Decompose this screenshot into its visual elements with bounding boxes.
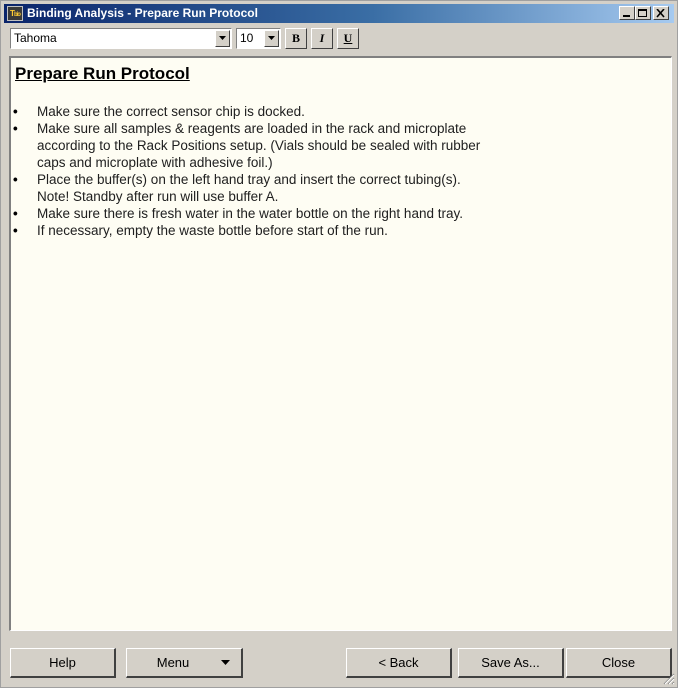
resize-grip-icon[interactable]	[663, 673, 675, 685]
bullet-icon: •	[13, 121, 18, 136]
maximize-button[interactable]	[635, 6, 651, 20]
bullet-icon: •	[13, 104, 18, 119]
list-item-line: Make sure all samples & reagents are loa…	[37, 121, 467, 136]
back-button[interactable]: < Back	[346, 648, 452, 678]
font-size-select[interactable]: 10	[236, 28, 281, 49]
close-button[interactable]: Close	[566, 648, 672, 678]
help-button[interactable]: Help	[10, 648, 116, 678]
list-item: • Place the buffer(s) on the left hand t…	[11, 171, 666, 205]
window-title: Binding Analysis - Prepare Run Protocol	[27, 6, 258, 20]
list-item: • Make sure there is fresh water in the …	[11, 205, 666, 222]
title-bar[interactable]: Tbio Binding Analysis - Prepare Run Prot…	[4, 4, 674, 23]
list-item: • If necessary, empty the waste bottle b…	[11, 222, 666, 239]
minimize-icon	[623, 15, 630, 17]
bullet-icon: •	[13, 223, 18, 238]
format-toolbar: Tahoma 10 B I U	[1, 23, 679, 55]
list-item-line: Make sure the correct sensor chip is doc…	[37, 104, 305, 119]
chevron-down-icon	[219, 36, 226, 40]
protocol-editor[interactable]: Prepare Run Protocol • Make sure the cor…	[9, 56, 672, 631]
font-size-dropdown-button[interactable]	[264, 30, 279, 47]
list-item-line: according to the Rack Positions setup. (…	[37, 138, 481, 153]
font-size-value: 10	[240, 31, 254, 45]
font-family-select[interactable]: Tahoma	[10, 28, 232, 49]
chevron-down-icon	[268, 36, 275, 40]
font-family-value: Tahoma	[14, 31, 57, 45]
italic-button[interactable]: I	[311, 28, 333, 49]
list-item-line: Note! Standby after run will use buffer …	[37, 189, 279, 204]
close-window-button[interactable]	[653, 6, 669, 20]
list-item-line: caps and microplate with adhesive foil.)	[37, 155, 273, 170]
list-item-line: Place the buffer(s) on the left hand tra…	[37, 172, 461, 187]
menu-button[interactable]: Menu	[126, 648, 243, 678]
bullet-icon: •	[13, 206, 18, 221]
protocol-list: • Make sure the correct sensor chip is d…	[11, 103, 666, 239]
list-item-line: If necessary, empty the waste bottle bef…	[37, 223, 388, 238]
list-item: • Make sure the correct sensor chip is d…	[11, 103, 666, 120]
bullet-icon: •	[13, 172, 18, 187]
app-icon[interactable]: Tbio	[7, 6, 23, 21]
underline-button[interactable]: U	[337, 28, 359, 49]
maximize-icon	[638, 9, 647, 17]
minimize-button[interactable]	[619, 6, 635, 20]
bold-button[interactable]: B	[285, 28, 307, 49]
list-item: • Make sure all samples & reagents are l…	[11, 120, 666, 171]
menu-button-label: Menu	[156, 655, 190, 670]
document-heading: Prepare Run Protocol	[15, 64, 190, 83]
font-family-dropdown-button[interactable]	[215, 30, 230, 47]
save-as-button[interactable]: Save As...	[458, 648, 564, 678]
window: Tbio Binding Analysis - Prepare Run Prot…	[0, 0, 678, 688]
close-icon	[656, 9, 665, 18]
chevron-down-icon	[221, 660, 230, 665]
list-item-line: Make sure there is fresh water in the wa…	[37, 206, 463, 221]
